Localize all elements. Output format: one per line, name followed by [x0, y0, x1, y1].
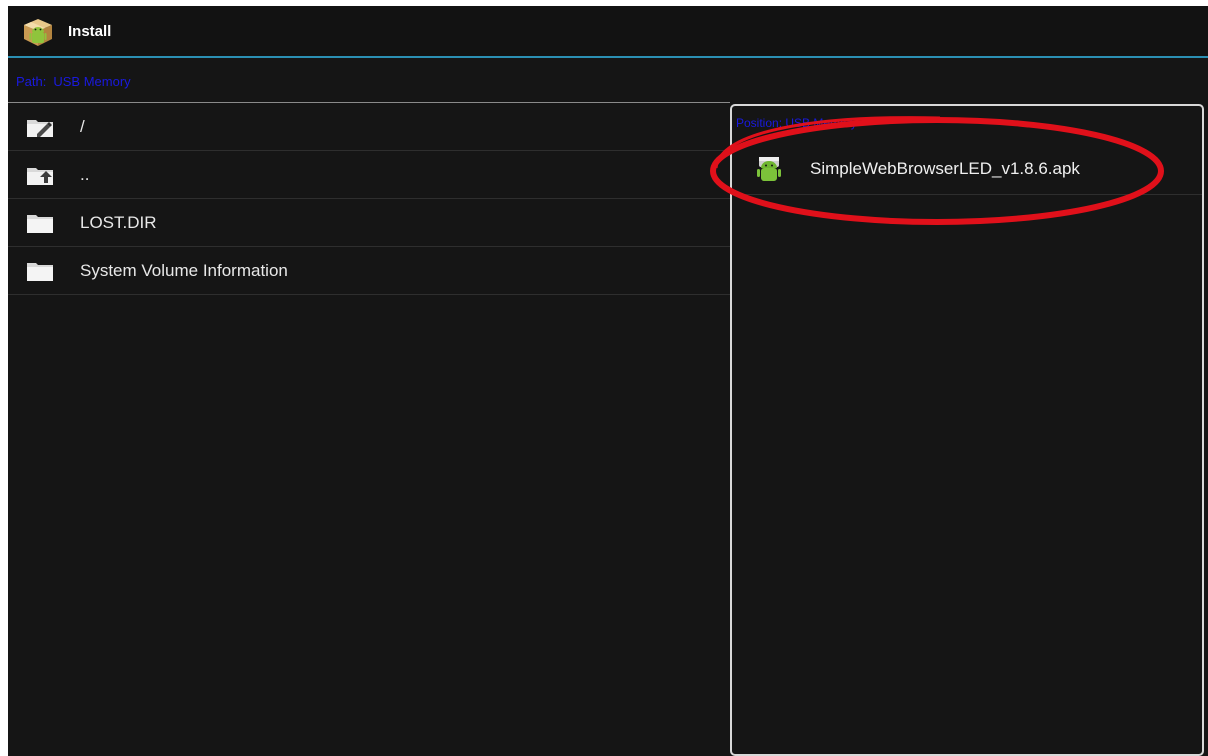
apk-filename: SimpleWebBrowserLED_v1.8.6.apk: [810, 159, 1080, 178]
path-label: Path:: [16, 73, 47, 89]
folder-icon: [27, 214, 53, 233]
install-screen: Install Path: USB Memory / .. LOST.DIR S…: [8, 6, 1208, 756]
title-bar: Install: [8, 6, 1208, 58]
folder-edit-icon: [27, 119, 53, 137]
file-label: /: [80, 116, 85, 136]
path-bar: Path: USB Memory: [8, 70, 131, 92]
window-title: Install: [68, 22, 112, 40]
file-row-lost-dir[interactable]: LOST.DIR: [8, 199, 730, 247]
apk-list-item[interactable]: SimpleWebBrowserLED_v1.8.6.apk: [732, 144, 1202, 195]
package-android-icon: [24, 19, 52, 46]
path-value: USB Memory: [53, 73, 131, 89]
apk-list-panel: Position: USB Memory SimpleWebBrowserLED…: [730, 104, 1204, 756]
apk-android-icon: [757, 157, 781, 181]
file-label: ..: [80, 164, 90, 184]
file-label: LOST.DIR: [80, 212, 157, 232]
file-label: System Volume Information: [80, 260, 288, 280]
file-row-root[interactable]: /: [8, 103, 730, 151]
folder-icon: [27, 262, 53, 281]
panel-header: Position: USB Memory: [736, 116, 857, 130]
folder-up-icon: [27, 167, 53, 185]
file-row-parent[interactable]: ..: [8, 151, 730, 199]
file-list: / .. LOST.DIR System Volume Information: [8, 103, 730, 295]
file-row-system-volume-information[interactable]: System Volume Information: [8, 247, 730, 295]
